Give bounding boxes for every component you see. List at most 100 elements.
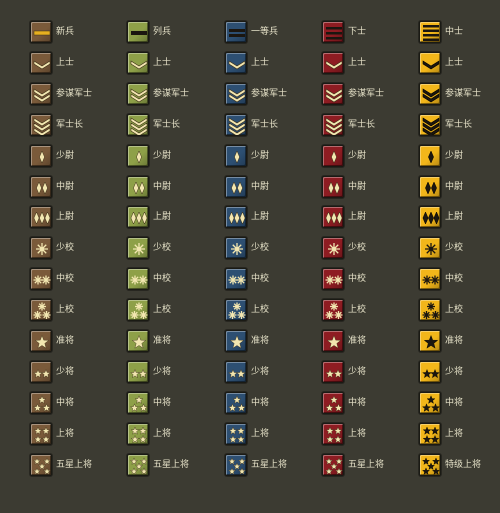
rank-cell[interactable]: 参谋军士 <box>322 82 384 106</box>
rank-cell[interactable]: 中尉 <box>225 175 269 199</box>
rank-cell[interactable]: 上尉 <box>127 205 171 229</box>
rank-cell[interactable]: 中将 <box>127 391 171 415</box>
rank-cell[interactable]: 中将 <box>30 391 74 415</box>
rank-cell[interactable]: 上将 <box>419 422 463 446</box>
rank-cell[interactable]: 上尉 <box>225 205 269 229</box>
rank-label: 少校 <box>56 243 75 254</box>
rank-cell[interactable]: 上校 <box>225 298 269 322</box>
rank-cell[interactable]: 上士 <box>225 51 269 75</box>
rank-cell[interactable]: 准将 <box>419 329 463 353</box>
rank-cell[interactable]: 少校 <box>225 236 269 260</box>
rank-cell[interactable]: 五星上将 <box>30 453 92 477</box>
rank-cell[interactable]: 上士 <box>322 51 366 75</box>
rank-cell[interactable]: 少尉 <box>127 144 171 168</box>
rank-cell[interactable]: 中校 <box>30 267 74 291</box>
rank-cell[interactable]: 上校 <box>30 298 74 322</box>
rank-label: 参谋军士 <box>348 88 385 99</box>
rank-insignia-icon <box>225 144 247 167</box>
rank-cell[interactable]: 新兵 <box>30 20 74 44</box>
rank-label: 少将 <box>153 366 172 377</box>
rank-cell[interactable]: 上士 <box>30 51 74 75</box>
rank-cell[interactable]: 军士长 <box>225 113 278 137</box>
rank-cell[interactable]: 五星上将 <box>127 453 189 477</box>
rank-cell[interactable]: 中将 <box>419 391 463 415</box>
rank-cell[interactable]: 特级上将 <box>419 453 481 477</box>
rank-cell[interactable]: 五星上将 <box>322 453 384 477</box>
rank-cell[interactable]: 上士 <box>127 51 171 75</box>
rank-cell[interactable]: 上校 <box>322 298 366 322</box>
rank-cell[interactable]: 准将 <box>322 329 366 353</box>
rank-cell[interactable]: 准将 <box>225 329 269 353</box>
rank-insignia-icon <box>127 21 149 43</box>
rank-insignia-icon <box>225 330 247 352</box>
rank-label: 少校 <box>348 243 367 254</box>
rank-cell[interactable]: 少将 <box>127 360 171 384</box>
rank-cell[interactable]: 军士长 <box>127 113 180 137</box>
rank-cell[interactable]: 上士 <box>419 51 463 75</box>
rank-cell[interactable]: 少将 <box>225 360 269 384</box>
rank-label: 中将 <box>56 397 75 408</box>
rank-cell[interactable]: 少校 <box>30 236 74 260</box>
rank-cell[interactable]: 中将 <box>322 391 366 415</box>
rank-insignia-icon <box>30 268 52 291</box>
rank-cell[interactable]: 中尉 <box>127 175 171 199</box>
rank-cell[interactable]: 中校 <box>127 267 171 291</box>
rank-cell[interactable]: 参谋军士 <box>30 82 92 106</box>
rank-cell[interactable]: 上将 <box>225 422 269 446</box>
rank-cell[interactable]: 少将 <box>30 360 74 384</box>
rank-insignia-icon <box>225 453 247 476</box>
rank-label: 中尉 <box>153 181 172 192</box>
rank-insignia-icon <box>322 21 344 43</box>
rank-cell[interactable]: 少校 <box>127 236 171 260</box>
rank-cell[interactable]: 上将 <box>30 422 74 446</box>
rank-cell[interactable]: 中校 <box>322 267 366 291</box>
rank-label: 少将 <box>56 366 75 377</box>
rank-cell[interactable]: 上将 <box>127 422 171 446</box>
rank-cell[interactable]: 参谋军士 <box>419 82 481 106</box>
rank-cell[interactable]: 中士 <box>419 20 463 44</box>
rank-insignia-icon <box>419 21 441 43</box>
rank-cell[interactable]: 中尉 <box>30 175 74 199</box>
rank-cell[interactable]: 参谋军士 <box>127 82 189 106</box>
rank-cell[interactable]: 中尉 <box>322 175 366 199</box>
rank-label: 少尉 <box>348 150 367 161</box>
rank-cell[interactable]: 上尉 <box>322 205 366 229</box>
rank-cell[interactable]: 上将 <box>322 422 366 446</box>
rank-cell[interactable]: 列兵 <box>127 20 171 44</box>
rank-insignia-icon <box>322 268 344 291</box>
rank-cell[interactable]: 一等兵 <box>225 20 278 44</box>
rank-cell[interactable]: 中校 <box>419 267 463 291</box>
rank-cell[interactable]: 军士长 <box>322 113 375 137</box>
rank-cell[interactable]: 少尉 <box>322 144 366 168</box>
rank-label: 军士长 <box>348 119 376 130</box>
rank-cell[interactable]: 上尉 <box>419 205 463 229</box>
rank-cell[interactable]: 少尉 <box>30 144 74 168</box>
rank-label: 上将 <box>348 428 367 439</box>
rank-label: 参谋军士 <box>153 88 190 99</box>
rank-cell[interactable]: 少尉 <box>225 144 269 168</box>
rank-cell[interactable]: 少校 <box>322 236 366 260</box>
rank-cell[interactable]: 中校 <box>225 267 269 291</box>
rank-cell[interactable]: 军士长 <box>419 113 472 137</box>
rank-cell[interactable]: 五星上将 <box>225 453 287 477</box>
rank-insignia-icon <box>322 391 344 414</box>
rank-cell[interactable]: 少校 <box>419 236 463 260</box>
rank-cell[interactable]: 准将 <box>30 329 74 353</box>
rank-cell[interactable]: 少将 <box>322 360 366 384</box>
rank-cell[interactable]: 少将 <box>419 360 463 384</box>
rank-cell[interactable]: 上校 <box>127 298 171 322</box>
rank-insignia-icon <box>322 206 344 229</box>
rank-cell[interactable]: 参谋军士 <box>225 82 287 106</box>
rank-cell[interactable]: 中将 <box>225 391 269 415</box>
rank-cell[interactable]: 少尉 <box>419 144 463 168</box>
rank-label: 中尉 <box>251 181 270 192</box>
rank-label: 五星上将 <box>56 459 93 470</box>
rank-cell[interactable]: 上尉 <box>30 205 74 229</box>
rank-cell[interactable]: 准将 <box>127 329 171 353</box>
rank-label: 下士 <box>348 27 367 37</box>
rank-cell[interactable]: 上校 <box>419 298 463 322</box>
rank-cell[interactable]: 中尉 <box>419 175 463 199</box>
rank-cell[interactable]: 下士 <box>322 20 366 44</box>
rank-cell[interactable]: 军士长 <box>30 113 83 137</box>
rank-label: 中校 <box>445 274 464 285</box>
